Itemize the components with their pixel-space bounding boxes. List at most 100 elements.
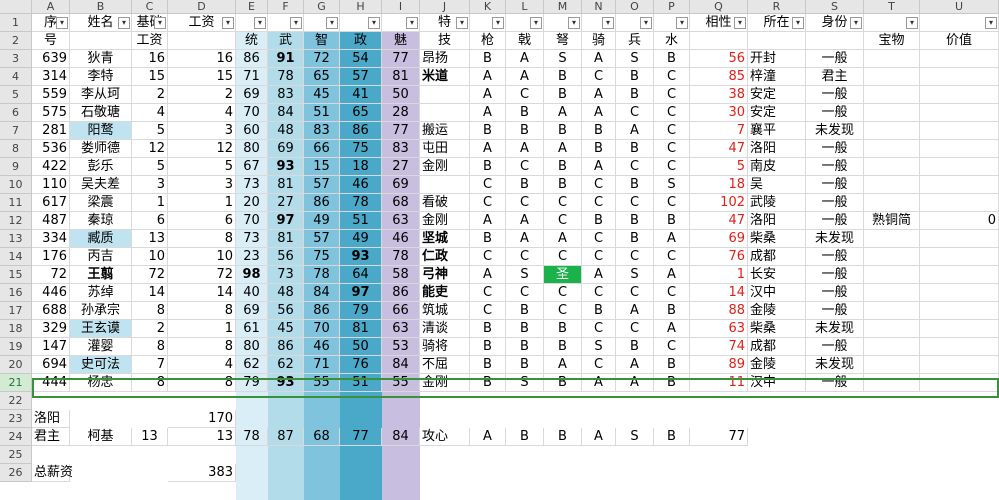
cell-N4[interactable]: C [582, 68, 616, 86]
cell-S17[interactable]: 一般 [806, 302, 864, 320]
cell-D18[interactable]: 1 [168, 320, 236, 338]
cell-N14[interactable]: C [582, 248, 616, 266]
cell-P24[interactable]: B [654, 428, 690, 446]
cell-K17[interactable]: C [470, 302, 506, 320]
cell-F21[interactable]: 93 [268, 374, 304, 392]
cell-F13[interactable]: 81 [268, 230, 304, 248]
cell-Q11[interactable]: 102 [690, 194, 748, 212]
row-header-11[interactable]: 11 [0, 194, 32, 212]
cell-F18[interactable]: 45 [268, 320, 304, 338]
cell-D9[interactable]: 5 [168, 158, 236, 176]
cell-I3[interactable]: 77 [382, 50, 420, 68]
cell-N18[interactable]: C [582, 320, 616, 338]
cell-Q5[interactable]: 38 [690, 86, 748, 104]
cell-E13[interactable]: 73 [236, 230, 268, 248]
cell-K21[interactable]: B [470, 374, 506, 392]
cell-C24[interactable]: 13 [132, 428, 168, 446]
cell-U4[interactable] [920, 68, 999, 86]
cell-L13[interactable]: A [506, 230, 544, 248]
cell-P19[interactable]: C [654, 338, 690, 356]
cell-E16[interactable]: 40 [236, 284, 268, 302]
cell-M11[interactable]: C [544, 194, 582, 212]
cell-D12[interactable]: 6 [168, 212, 236, 230]
column-header-J[interactable]: J [420, 0, 470, 14]
cell-C20[interactable]: 7 [132, 356, 168, 374]
cell-F24[interactable]: 87 [268, 428, 304, 446]
cell-C18[interactable]: 2 [132, 320, 168, 338]
cell-A14[interactable]: 176 [32, 248, 70, 266]
cell-M4[interactable]: B [544, 68, 582, 86]
cell-L21[interactable]: S [506, 374, 544, 392]
cell-C7[interactable]: 5 [132, 122, 168, 140]
cell-M19[interactable]: B [544, 338, 582, 356]
cell-H2[interactable]: 政 [340, 32, 382, 50]
cell-D4[interactable]: 15 [168, 68, 236, 86]
cell-U6[interactable] [920, 104, 999, 122]
cell-P11[interactable]: C [654, 194, 690, 212]
cell-J19[interactable]: 骑将 [420, 338, 470, 356]
cell-N10[interactable]: C [582, 176, 616, 194]
cell-K15[interactable]: A [470, 266, 506, 284]
cell-G24[interactable]: 68 [304, 428, 340, 446]
cell-L7[interactable]: B [506, 122, 544, 140]
cell-D19[interactable]: 8 [168, 338, 236, 356]
cell-F3[interactable]: 91 [268, 50, 304, 68]
cell-G17[interactable]: 86 [304, 302, 340, 320]
cell-I6[interactable]: 28 [382, 104, 420, 122]
cell-H9[interactable]: 18 [340, 158, 382, 176]
cell-T3[interactable] [864, 50, 920, 68]
cell-F8[interactable]: 69 [268, 140, 304, 158]
row-header-12[interactable]: 12 [0, 212, 32, 230]
cell-E17[interactable]: 69 [236, 302, 268, 320]
cell-B16[interactable]: 苏绰 [70, 284, 132, 302]
cell-D15[interactable]: 72 [168, 266, 236, 284]
cell-P21[interactable]: B [654, 374, 690, 392]
cell-M16[interactable]: C [544, 284, 582, 302]
cell-J10[interactable] [420, 176, 470, 194]
column-header-M[interactable]: M [544, 0, 582, 14]
cell-G15[interactable]: 78 [304, 266, 340, 284]
cell-O21[interactable]: A [616, 374, 654, 392]
cell-F14[interactable]: 56 [268, 248, 304, 266]
filter-dropdown-icon[interactable]: ▾ [676, 17, 688, 29]
cell-N19[interactable]: S [582, 338, 616, 356]
cell-B19[interactable]: 灌婴 [70, 338, 132, 356]
row-header-15[interactable]: 15 [0, 266, 32, 284]
cell-J16[interactable]: 能吏 [420, 284, 470, 302]
row-header-18[interactable]: 18 [0, 320, 32, 338]
cell-O24[interactable]: S [616, 428, 654, 446]
cell-O14[interactable]: C [616, 248, 654, 266]
row-header-3[interactable]: 3 [0, 50, 32, 68]
cell-H10[interactable]: 46 [340, 176, 382, 194]
cell-A3[interactable]: 639 [32, 50, 70, 68]
cell-S2[interactable] [806, 32, 864, 50]
cell-I5[interactable]: 50 [382, 86, 420, 104]
column-header-I[interactable]: I [382, 0, 420, 14]
cell-R3[interactable]: 开封 [748, 50, 806, 68]
cell-R4[interactable]: 梓潼 [748, 68, 806, 86]
cell-R21[interactable]: 汉中 [748, 374, 806, 392]
cell-P13[interactable]: A [654, 230, 690, 248]
cell-N3[interactable]: A [582, 50, 616, 68]
cell-A5[interactable]: 559 [32, 86, 70, 104]
filter-dropdown-icon[interactable]: ▾ [118, 17, 130, 29]
cell-P9[interactable]: C [654, 158, 690, 176]
cell-F4[interactable]: 78 [268, 68, 304, 86]
cell-U12[interactable]: 0 [920, 212, 999, 230]
cell-B9[interactable]: 彭乐 [70, 158, 132, 176]
cell-J3[interactable]: 昂扬 [420, 50, 470, 68]
cell-I7[interactable]: 77 [382, 122, 420, 140]
row-header-9[interactable]: 9 [0, 158, 32, 176]
cell-L8[interactable]: A [506, 140, 544, 158]
column-header-D[interactable]: D [168, 0, 236, 14]
select-all-corner[interactable] [0, 0, 32, 14]
cell-T6[interactable] [864, 104, 920, 122]
cell-B3[interactable]: 狄青 [70, 50, 132, 68]
cell-A20[interactable]: 694 [32, 356, 70, 374]
cell-H21[interactable]: 51 [340, 374, 382, 392]
filter-dropdown-icon[interactable]: ▾ [640, 17, 652, 29]
cell-E3[interactable]: 86 [236, 50, 268, 68]
cell-M2[interactable]: 弩 [544, 32, 582, 50]
cell-R8[interactable]: 洛阳 [748, 140, 806, 158]
filter-dropdown-icon[interactable]: ▾ [906, 17, 918, 29]
